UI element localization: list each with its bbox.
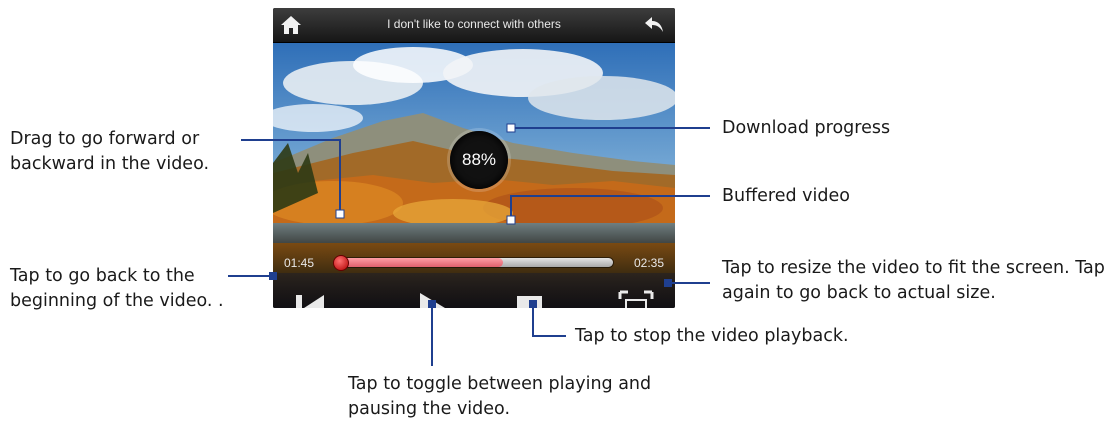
callout-resize: Tap to resize the video to fit the scree… xyxy=(722,258,1105,303)
resize-button[interactable] xyxy=(616,288,656,308)
callout-stop: Tap to stop the video playback. xyxy=(575,326,849,346)
callout-buffered: Buffered video xyxy=(722,186,850,206)
play-pause-button[interactable] xyxy=(415,288,449,308)
play-icon xyxy=(420,293,445,308)
stop-button[interactable] xyxy=(513,288,547,308)
elapsed-time: 01:45 xyxy=(284,256,315,270)
stop-icon xyxy=(517,296,542,308)
callout-download: Download progress xyxy=(722,118,891,138)
progress-bar[interactable] xyxy=(333,255,613,271)
home-button[interactable] xyxy=(279,13,303,37)
video-title: I don't like to connect with others xyxy=(387,17,561,31)
video-frame[interactable]: 88% 01:45 02:35 xyxy=(273,43,675,308)
control-bar xyxy=(273,273,675,308)
go-to-beginning-button[interactable] xyxy=(290,288,330,308)
total-time: 02:35 xyxy=(633,256,664,270)
callout-toggle: Tap to toggle between playing and pausin… xyxy=(348,374,652,419)
callout-drag: Drag to go forward or backward in the vi… xyxy=(10,129,210,174)
resize-fit-icon xyxy=(618,290,654,308)
back-arrow-icon xyxy=(645,17,663,32)
stop-leader xyxy=(532,308,566,337)
callout-beginning: Tap to go back to the beginning of the v… xyxy=(10,266,224,311)
back-button[interactable] xyxy=(643,14,667,36)
video-player-screen: I don't like to connect with others 88% … xyxy=(273,8,675,308)
download-progress-indicator: 88% xyxy=(450,131,508,189)
skip-to-start-icon xyxy=(296,295,324,308)
home-icon xyxy=(281,16,301,34)
playhead-handle[interactable] xyxy=(333,255,349,271)
buffered-segment xyxy=(337,258,503,267)
title-bar: I don't like to connect with others xyxy=(273,8,675,43)
